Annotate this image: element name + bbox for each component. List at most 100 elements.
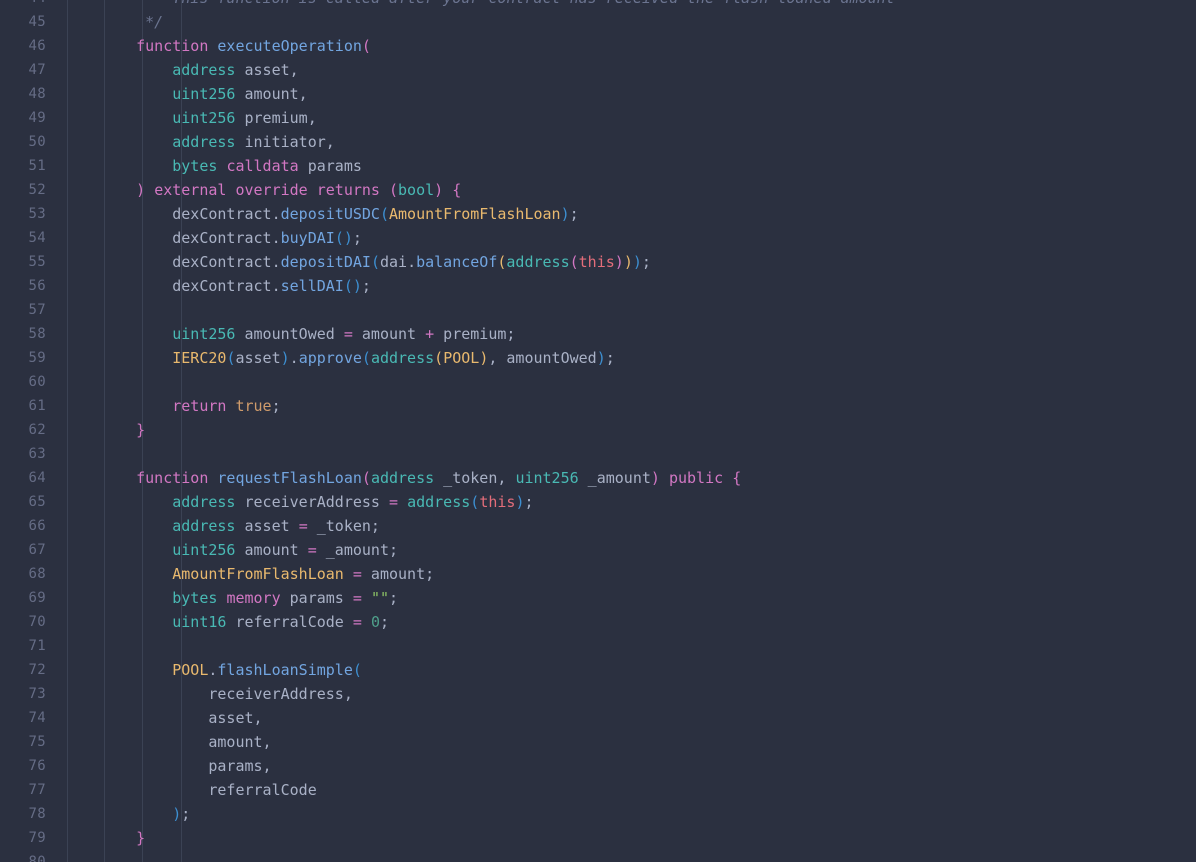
token-var xyxy=(100,469,136,487)
code-line-content[interactable]: referralCode xyxy=(60,778,1196,802)
code-line-content[interactable]: address receiverAddress = address(this); xyxy=(60,490,1196,514)
token-var xyxy=(100,325,172,343)
code-line-content[interactable]: IERC20(asset).approve(address(POOL), amo… xyxy=(60,346,1196,370)
code-line[interactable]: 54 dexContract.buyDAI(); xyxy=(0,226,1196,250)
code-line[interactable]: 57 xyxy=(0,298,1196,322)
token-var xyxy=(344,565,353,583)
code-line[interactable]: 73 receiverAddress, xyxy=(0,682,1196,706)
code-line-content[interactable]: return true; xyxy=(60,394,1196,418)
token-b1: ( xyxy=(361,469,371,487)
token-op: = xyxy=(307,541,317,559)
token-var xyxy=(100,397,172,415)
code-line-content[interactable]: bytes calldata params xyxy=(60,154,1196,178)
code-line-content[interactable]: function executeOperation( xyxy=(60,34,1196,58)
code-line[interactable]: 65 address receiverAddress = address(thi… xyxy=(0,490,1196,514)
code-line[interactable]: 48 uint256 amount, xyxy=(0,82,1196,106)
code-line[interactable]: 75 amount, xyxy=(0,730,1196,754)
code-line-content[interactable]: POOL.flashLoanSimple( xyxy=(60,658,1196,682)
code-line[interactable]: 53 dexContract.depositUSDC(AmountFromFla… xyxy=(0,202,1196,226)
line-number: 64 xyxy=(28,470,46,486)
code-line-content[interactable]: uint256 premium, xyxy=(60,106,1196,130)
code-line[interactable]: 71 xyxy=(0,634,1196,658)
code-line[interactable]: 58 uint256 amountOwed = amount + premium… xyxy=(0,322,1196,346)
code-line-content[interactable]: dexContract.depositDAI(dai.balanceOf(add… xyxy=(60,250,1196,274)
code-line[interactable]: 78 ); xyxy=(0,802,1196,826)
token-kw: public xyxy=(668,469,724,487)
token-b1: ) xyxy=(650,469,660,487)
code-line[interactable]: 49 uint256 premium, xyxy=(0,106,1196,130)
code-line[interactable]: 60 xyxy=(0,370,1196,394)
code-line-content[interactable]: function requestFlashLoan(address _token… xyxy=(60,466,1196,490)
token-var: asset, xyxy=(100,709,263,727)
code-line-content[interactable]: address asset = _token; xyxy=(60,514,1196,538)
code-line-content[interactable]: AmountFromFlashLoan = amount; xyxy=(60,562,1196,586)
code-line[interactable]: 44 This function is called after your co… xyxy=(0,0,1196,10)
code-line-content[interactable]: asset, xyxy=(60,706,1196,730)
token-var xyxy=(100,37,136,55)
code-line[interactable]: 45 */ xyxy=(0,10,1196,34)
code-line-content[interactable]: bytes memory params = ""; xyxy=(60,586,1196,610)
code-line[interactable]: 76 params, xyxy=(0,754,1196,778)
code-line[interactable]: 56 dexContract.sellDAI(); xyxy=(0,274,1196,298)
line-number: 48 xyxy=(28,86,46,102)
token-var: _amount xyxy=(578,469,651,487)
code-line[interactable]: 80 xyxy=(0,850,1196,862)
code-line-content[interactable]: params, xyxy=(60,754,1196,778)
code-line[interactable]: 47 address asset, xyxy=(0,58,1196,82)
code-line-content[interactable]: This function is called after your contr… xyxy=(60,0,1196,10)
code-line[interactable]: 66 address asset = _token; xyxy=(0,514,1196,538)
code-line[interactable]: 50 address initiator, xyxy=(0,130,1196,154)
editor-scroll-content: 44 This function is called after your co… xyxy=(0,0,1196,862)
code-line[interactable]: 59 IERC20(asset).approve(address(POOL), … xyxy=(0,346,1196,370)
code-line-content[interactable]: uint256 amountOwed = amount + premium; xyxy=(60,322,1196,346)
code-line-content[interactable]: receiverAddress, xyxy=(60,682,1196,706)
code-line-content[interactable]: dexContract.depositUSDC(AmountFromFlashL… xyxy=(60,202,1196,226)
code-line-content[interactable]: address asset, xyxy=(60,58,1196,82)
token-kw: function xyxy=(136,37,209,55)
code-line[interactable]: 79 } xyxy=(0,826,1196,850)
code-line[interactable]: 63 xyxy=(0,442,1196,466)
token-typ: bytes xyxy=(172,589,218,607)
token-var xyxy=(443,181,452,199)
code-line-content[interactable]: */ xyxy=(60,10,1196,34)
code-line[interactable]: 62 } xyxy=(0,418,1196,442)
code-line-content[interactable]: ) external override returns (bool) { xyxy=(60,178,1196,202)
code-line-content[interactable]: dexContract.buyDAI(); xyxy=(60,226,1196,250)
token-op: = xyxy=(389,493,399,511)
code-editor[interactable]: 44 This function is called after your co… xyxy=(0,0,1196,862)
code-line-content[interactable]: dexContract.sellDAI(); xyxy=(60,274,1196,298)
token-pun: . xyxy=(407,253,417,271)
token-var: params, xyxy=(100,757,272,775)
code-line[interactable]: 70 uint16 referralCode = 0; xyxy=(0,610,1196,634)
line-number: 67 xyxy=(28,542,46,558)
code-line-content[interactable]: } xyxy=(60,418,1196,442)
token-pun: ; xyxy=(524,493,534,511)
token-typ: uint256 xyxy=(172,85,236,103)
code-line-content[interactable]: amount, xyxy=(60,730,1196,754)
code-line[interactable]: 69 bytes memory params = ""; xyxy=(0,586,1196,610)
code-line-content[interactable]: uint256 amount = _amount; xyxy=(60,538,1196,562)
code-line[interactable]: 68 AmountFromFlashLoan = amount; xyxy=(0,562,1196,586)
token-var: dexContract xyxy=(100,229,272,247)
code-line[interactable]: 52 ) external override returns (bool) { xyxy=(0,178,1196,202)
code-line-content[interactable]: ); xyxy=(60,802,1196,826)
code-line[interactable]: 55 dexContract.depositDAI(dai.balanceOf(… xyxy=(0,250,1196,274)
code-line[interactable]: 61 return true; xyxy=(0,394,1196,418)
code-line-content[interactable]: } xyxy=(60,826,1196,850)
token-pun: . xyxy=(271,277,281,295)
code-line[interactable]: 67 uint256 amount = _amount; xyxy=(0,538,1196,562)
code-line[interactable]: 51 bytes calldata params xyxy=(0,154,1196,178)
code-line-content[interactable]: uint16 referralCode = 0; xyxy=(60,610,1196,634)
code-line-content[interactable]: uint256 amount, xyxy=(60,82,1196,106)
code-line[interactable]: 46 function executeOperation( xyxy=(0,34,1196,58)
line-number: 47 xyxy=(28,62,46,78)
code-line-content[interactable]: address initiator, xyxy=(60,130,1196,154)
token-b1: ( xyxy=(389,181,399,199)
code-line[interactable]: 77 referralCode xyxy=(0,778,1196,802)
code-line[interactable]: 72 POOL.flashLoanSimple( xyxy=(0,658,1196,682)
token-b2: ) xyxy=(632,253,642,271)
code-line[interactable]: 74 asset, xyxy=(0,706,1196,730)
line-number: 61 xyxy=(28,398,46,414)
line-number: 66 xyxy=(28,518,46,534)
code-line[interactable]: 64 function requestFlashLoan(address _to… xyxy=(0,466,1196,490)
